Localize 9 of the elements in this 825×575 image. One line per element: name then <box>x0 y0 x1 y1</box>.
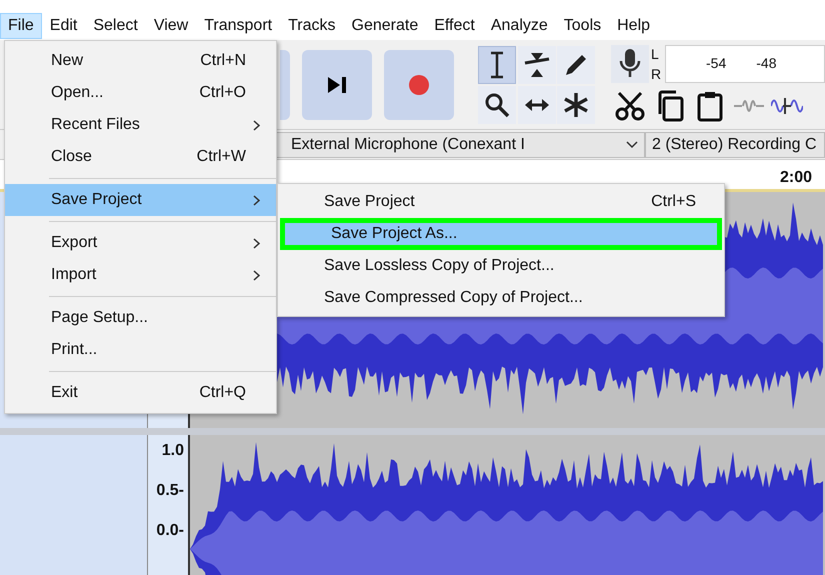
meter-scale-label: -54 <box>706 54 726 73</box>
dropdown-value: External Microphone (Conexant I <box>291 134 525 154</box>
meter-channel-label: L <box>651 44 660 62</box>
ruler-label: 0.5- <box>156 481 184 501</box>
timeline-label: 2:00 <box>780 168 812 188</box>
meter-scale-label: -48 <box>756 54 776 73</box>
meter-channel-label: R <box>651 64 662 82</box>
ruler-label: 0.0- <box>156 521 184 541</box>
ruler-label: 1.0 <box>162 441 184 461</box>
